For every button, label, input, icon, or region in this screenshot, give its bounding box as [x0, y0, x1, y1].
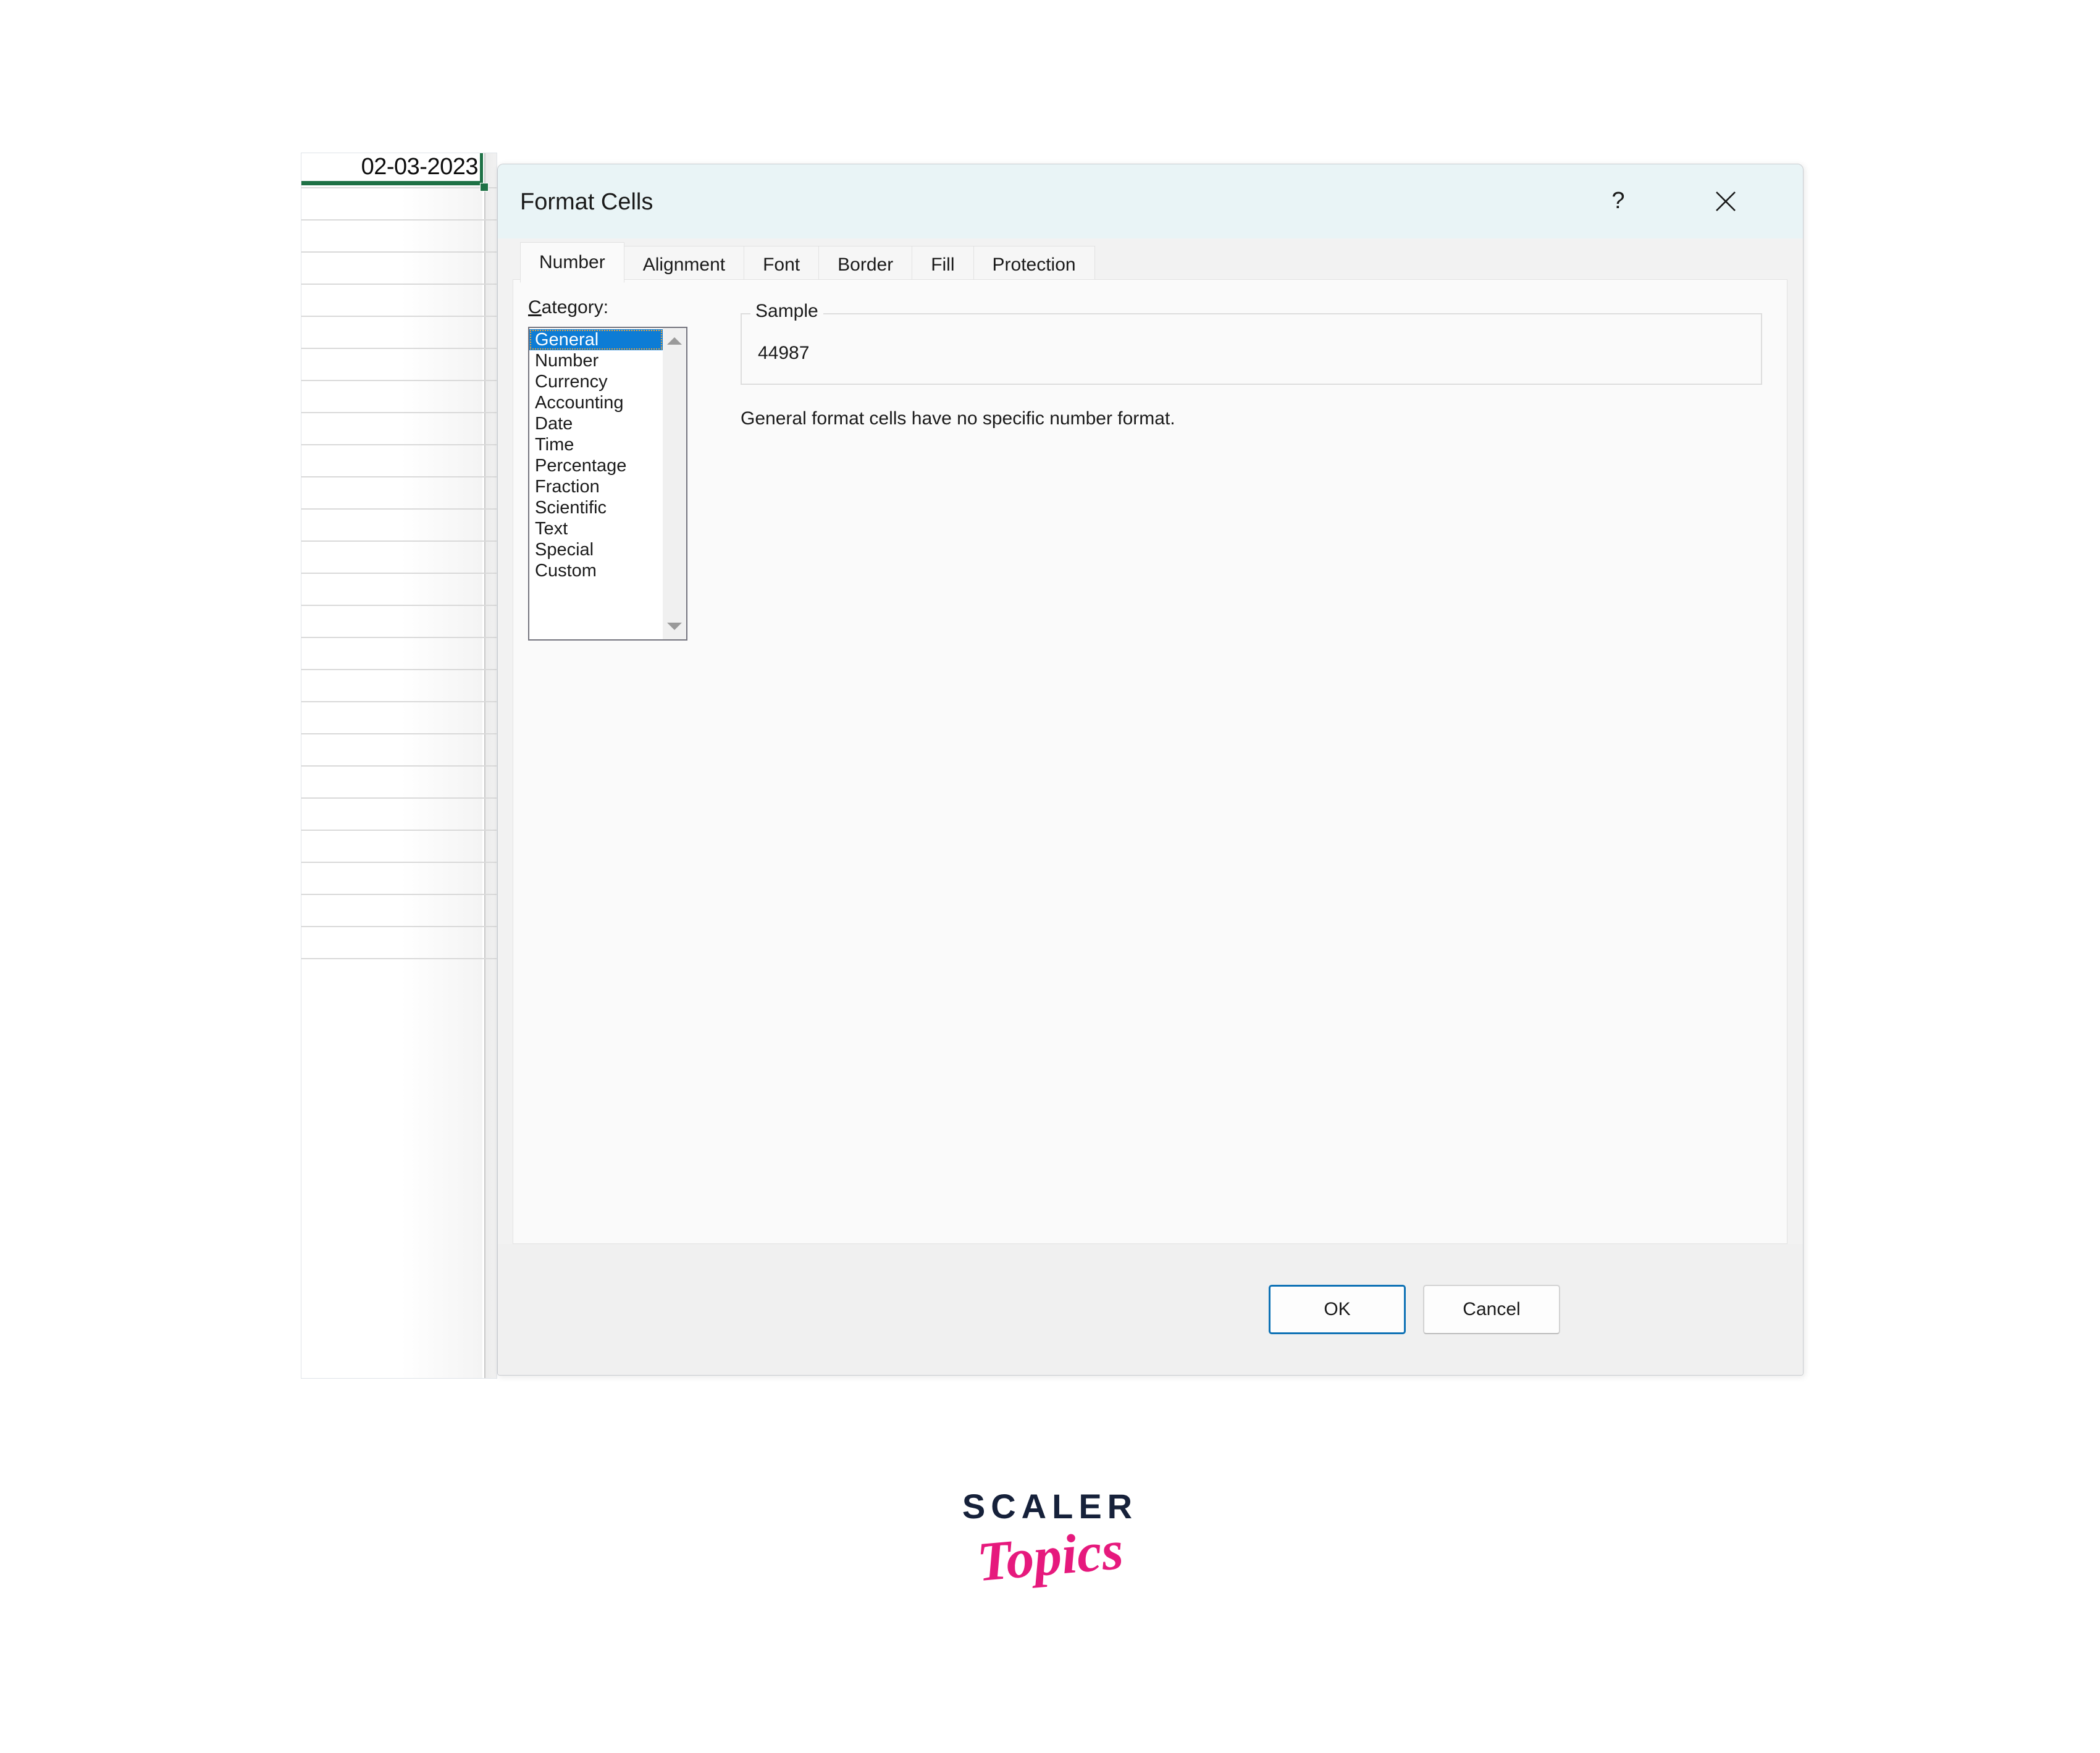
grid-row[interactable] [301, 510, 497, 542]
grid-row[interactable] [301, 221, 497, 253]
category-item[interactable]: General [529, 329, 663, 350]
grid-row[interactable] [301, 702, 497, 734]
scroll-up-arrow-icon[interactable] [663, 330, 686, 351]
grid-row[interactable] [301, 734, 497, 767]
spreadsheet-grid[interactable]: 02-03-2023 [301, 153, 497, 1379]
sample-value: 44987 [758, 343, 810, 363]
category-item[interactable]: Text [529, 518, 663, 539]
help-button[interactable]: ? [1596, 180, 1640, 222]
format-description: General format cells have no specific nu… [741, 408, 1175, 429]
grid-row[interactable] [301, 927, 497, 959]
grid-row[interactable] [301, 542, 497, 574]
close-button[interactable] [1703, 180, 1748, 222]
svg-text:?: ? [1611, 188, 1624, 214]
format-cells-dialog: Format Cells ? Number Alignment Font Border… [497, 164, 1804, 1376]
category-item[interactable]: Accounting [529, 392, 663, 413]
grid-row[interactable] [301, 670, 497, 702]
category-item-list: General Number Currency Accounting Date Time P… [529, 328, 663, 639]
category-label-accel: C [528, 297, 542, 317]
grid-row[interactable] [301, 381, 497, 413]
grid-row[interactable] [301, 799, 497, 831]
category-label: Category: [528, 297, 608, 318]
selected-cell-value: 02-03-2023 [361, 154, 479, 180]
category-item[interactable]: Currency [529, 371, 663, 392]
grid-row[interactable] [301, 638, 497, 670]
close-x-icon [1716, 191, 1736, 211]
grid-row[interactable] [301, 413, 497, 445]
category-item[interactable]: Fraction [529, 476, 663, 497]
number-tab-panel: Category: General Number Currency Accountin… [513, 279, 1787, 1244]
logo-primary-text: SCALER [962, 1487, 1138, 1526]
grid-row[interactable] [301, 767, 497, 799]
category-item[interactable]: Custom [529, 560, 663, 581]
sample-groupbox: Sample 44987 [741, 301, 1762, 385]
selected-cell[interactable]: 02-03-2023 [301, 153, 483, 185]
category-item[interactable]: Percentage [529, 455, 663, 476]
tab-fill[interactable]: Fill [912, 246, 974, 283]
logo-secondary-text: Topics [974, 1519, 1126, 1593]
tab-font[interactable]: Font [744, 246, 820, 283]
grid-row[interactable] [301, 863, 497, 895]
category-item[interactable]: Scientific [529, 497, 663, 518]
question-mark-icon: ? [1611, 188, 1624, 214]
tab-number[interactable]: Number [520, 242, 624, 283]
fill-handle[interactable] [480, 183, 489, 191]
category-item[interactable]: Time [529, 434, 663, 455]
grid-row[interactable] [301, 477, 497, 510]
grid-row[interactable] [301, 317, 497, 349]
scaler-topics-logo: SCALER Topics [0, 1487, 2100, 1593]
cancel-button[interactable]: Cancel [1423, 1285, 1560, 1334]
category-item[interactable]: Date [529, 413, 663, 434]
tab-list: Number Alignment Font Border Fill Protection [520, 242, 1095, 283]
dialog-title: Format Cells [520, 189, 653, 215]
grid-row[interactable] [301, 445, 497, 477]
grid-row[interactable] [301, 188, 497, 221]
dialog-titlebar[interactable]: Format Cells ? [498, 164, 1803, 238]
grid-row[interactable] [301, 606, 497, 638]
scroll-down-arrow-icon[interactable] [663, 616, 686, 637]
category-item[interactable]: Special [529, 539, 663, 560]
category-listbox[interactable]: General Number Currency Accounting Date Time P… [528, 327, 687, 641]
sample-legend: Sample [750, 301, 823, 322]
category-label-rest: ategory: [541, 297, 609, 317]
tab-protection[interactable]: Protection [973, 246, 1095, 283]
ok-button[interactable]: OK [1269, 1285, 1406, 1334]
tab-alignment[interactable]: Alignment [623, 246, 745, 283]
category-item[interactable]: Number [529, 350, 663, 371]
grid-row[interactable] [301, 574, 497, 606]
grid-row[interactable] [301, 831, 497, 863]
category-scrollbar[interactable] [663, 328, 686, 639]
dialog-tabstrip: Number Alignment Font Border Fill Protection [498, 238, 1803, 283]
grid-row[interactable] [301, 285, 497, 317]
grid-row[interactable] [301, 253, 497, 285]
dialog-footer: OK Cancel [498, 1244, 1803, 1375]
grid-row[interactable] [301, 349, 497, 381]
tab-border[interactable]: Border [818, 246, 913, 283]
grid-row[interactable] [301, 895, 497, 927]
